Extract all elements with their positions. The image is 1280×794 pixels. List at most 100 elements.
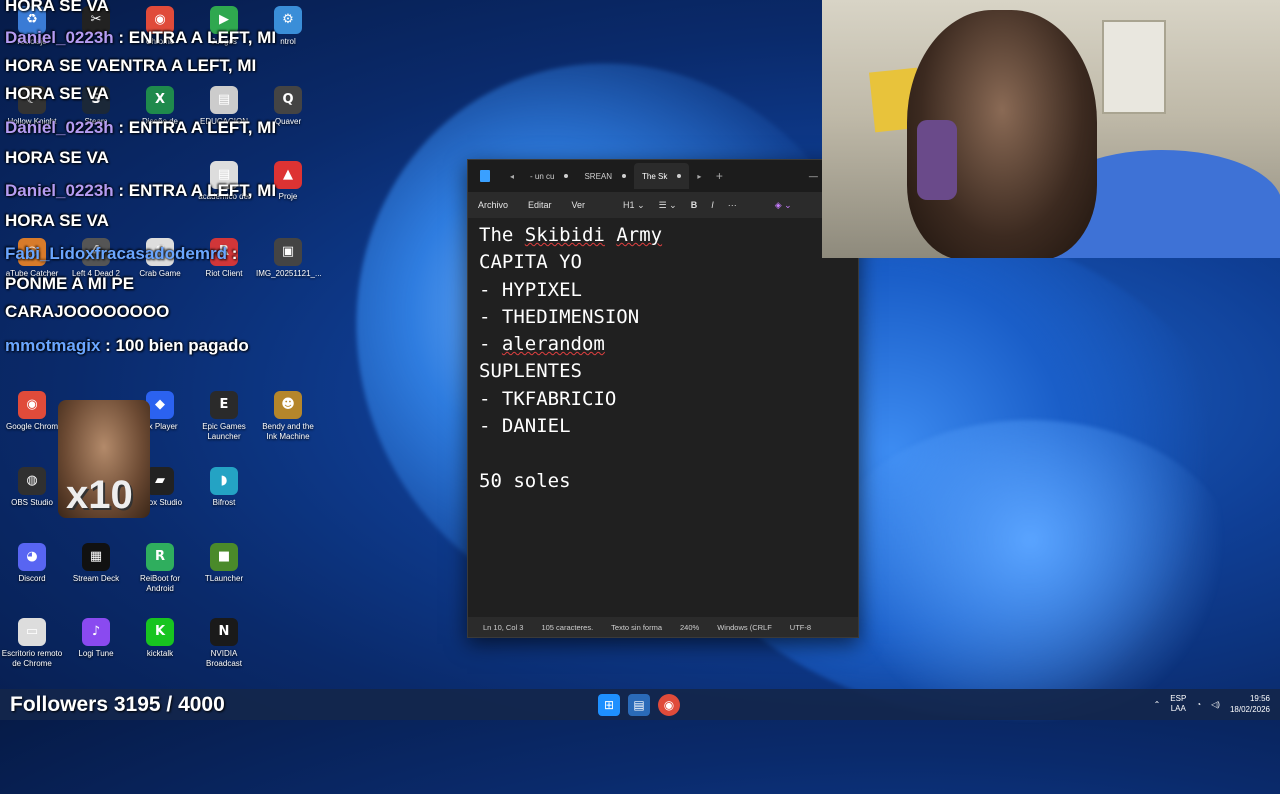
desktop-icon-label: Stream Deck xyxy=(72,574,120,583)
unsaved-dot-icon xyxy=(622,174,627,178)
desktop-icon-img[interactable]: ▣ IMG_20251121_... xyxy=(256,238,322,279)
desktop-icon-obs[interactable]: ◍ OBS Studio xyxy=(0,467,64,508)
start-icon[interactable]: ⊞ xyxy=(598,694,620,716)
chat-message: HORA SE VA xyxy=(5,0,109,15)
desktop-icon-logi[interactable]: ♪ Logi Tune xyxy=(64,618,128,659)
format-indicator[interactable]: Texto sin forma xyxy=(611,623,662,632)
webcam-feed xyxy=(822,0,1280,258)
desktop-icon-discord[interactable]: ◕ Discord xyxy=(0,543,64,584)
logi-icon: ♪ xyxy=(82,618,110,646)
list-icon[interactable]: ☰ ⌄ xyxy=(659,200,677,211)
editor-line: - THEDIMENSION xyxy=(479,305,640,328)
chat-text: : ENTRA A LEFT, MI xyxy=(113,118,277,137)
volume-icon[interactable]: ◁) xyxy=(1211,700,1220,709)
control-icon: ⚙ xyxy=(274,6,302,34)
discord-icon: ◕ xyxy=(18,543,46,571)
desktop-icon-streamdeck[interactable]: ▦ Stream Deck xyxy=(64,543,128,584)
chevron-up-icon[interactable]: ⌃ xyxy=(1154,700,1161,709)
proje-icon: ▲ xyxy=(274,161,302,189)
chat-message: PONME A MI PE xyxy=(5,274,135,293)
desktop-icon-nvidia[interactable]: N NVIDIA Broadcast xyxy=(192,618,256,669)
tab-scroll-right-icon[interactable]: ▸ xyxy=(689,172,709,181)
menu-archivo[interactable]: Archivo xyxy=(478,200,508,210)
chat-message: Fabi_Lidoxfracasadodemrd : xyxy=(5,238,237,270)
system-tray: ⌃ ESP LAA ◔ ◁) 19:56 18/02/2026 xyxy=(1154,693,1270,715)
desktop-icon-label: Escritorio remoto de Chrome xyxy=(1,649,63,668)
headset xyxy=(917,120,957,200)
desktop-icon-chrome2[interactable]: ◉ Google Chrom xyxy=(0,391,64,432)
chrome2-icon: ◉ xyxy=(18,391,46,419)
chrome-taskbar-icon[interactable]: ◉ xyxy=(658,694,680,716)
diseno-icon: X xyxy=(146,86,174,114)
meme-overlay: x10 xyxy=(58,400,150,518)
date: 18/02/2026 xyxy=(1229,705,1270,714)
desktop-icon-label: IMG_20251121_... xyxy=(256,269,322,278)
desktop-icon-label: TLauncher xyxy=(204,574,244,583)
tab-3[interactable]: The Sk xyxy=(634,163,690,189)
desktop-icon-reiboot[interactable]: R ReiBoot for Android xyxy=(128,543,192,594)
chat-message: HORA SE VA xyxy=(5,84,109,103)
language-indicator[interactable]: ESP LAA xyxy=(1170,694,1186,714)
chat-text: : ENTRA A LEFT, MI xyxy=(113,28,277,47)
desktop-icon-label: Epic Games Launcher xyxy=(202,422,246,441)
tab-label: - un cu xyxy=(530,171,555,181)
new-tab-button[interactable]: + xyxy=(709,169,729,183)
menu-editar[interactable]: Editar xyxy=(528,200,552,210)
desktop-icon-label: Riot Client xyxy=(205,269,243,278)
desktop-icon-tlauncher[interactable]: ■ TLauncher xyxy=(192,543,256,584)
encoding[interactable]: UTF-8 xyxy=(790,623,811,632)
editor-word: Army xyxy=(616,224,663,246)
notepad-window: ◂ - un cu SREAN The Sk ▸ + — ☐ Archivo E… xyxy=(467,159,859,638)
bold-icon[interactable]: B xyxy=(691,200,698,211)
clock[interactable]: 19:56 18/02/2026 xyxy=(1230,693,1270,715)
chat-username: mmotmagix xyxy=(5,336,101,355)
wifi-icon[interactable]: ◔ xyxy=(1196,700,1201,709)
zoom-level[interactable]: 240% xyxy=(680,623,699,632)
desktop-icon-bifrost[interactable]: ◗ Bifrost xyxy=(192,467,256,508)
wall-window xyxy=(1102,20,1166,114)
desktop-icon-label: ReiBoot for Android xyxy=(139,574,181,593)
robloxstudio-icon: ▰ xyxy=(146,467,174,495)
minimize-icon[interactable]: — xyxy=(809,171,818,182)
copilot-icon[interactable]: ◈ ⌄ xyxy=(775,200,792,211)
desktop-icon-epic[interactable]: E Epic Games Launcher xyxy=(192,391,256,442)
nvidia-icon: N xyxy=(210,618,238,646)
more-icon[interactable]: ··· xyxy=(728,200,737,211)
desktop-icon-label: Bendy and the Ink Machine xyxy=(262,422,314,441)
desktop-icon-label: Discord xyxy=(18,574,46,583)
unsaved-dot-icon xyxy=(564,174,569,178)
editor-line: - TKFABRICIO xyxy=(479,387,617,410)
notepad-taskbar-icon[interactable]: ▤ xyxy=(628,694,650,716)
desktop-icon-label: kicktalk xyxy=(146,649,174,658)
chat-username: Daniel_0223h xyxy=(5,118,114,137)
status-bar: Ln 10, Col 3 105 caracteres. Texto sin f… xyxy=(468,617,858,637)
italic-icon[interactable]: I xyxy=(711,200,714,211)
editor-line: The Skibidi Army xyxy=(479,222,847,249)
heading-select[interactable]: H1 ⌄ xyxy=(623,200,645,211)
char-count: 105 caracteres. xyxy=(541,622,594,632)
chat-text: : 100 bien pagado xyxy=(100,336,249,355)
text-editor[interactable]: The Skibidi Army CAPITA YO - HYPIXEL - THED… xyxy=(468,218,858,617)
tab-scroll-left-icon[interactable]: ◂ xyxy=(502,172,522,181)
chat-message: HORA SE VA xyxy=(5,211,109,230)
editor-line: - alerandom xyxy=(479,333,605,356)
notepad-icon xyxy=(480,170,490,182)
line-endings[interactable]: Windows (CRLF xyxy=(717,623,772,632)
img-icon: ▣ xyxy=(274,238,302,266)
title-bar: ◂ - un cu SREAN The Sk ▸ + — ☐ xyxy=(468,160,858,192)
tab-1[interactable]: - un cu xyxy=(522,163,576,189)
bendy-icon: ☻ xyxy=(274,391,302,419)
editor-word: Skibidi xyxy=(524,224,605,246)
tab-2[interactable]: SREAN xyxy=(576,163,634,189)
chat-text: : ENTRA A LEFT, MI xyxy=(113,181,277,200)
desktop-icon-escritorio[interactable]: ▭ Escritorio remoto de Chrome xyxy=(0,618,64,669)
format-toolbar: H1 ⌄ ☰ ⌄ B I ··· ◈ ⌄ xyxy=(623,200,792,211)
menu-ver[interactable]: Ver xyxy=(572,200,586,210)
desktop-icon-kicktalk[interactable]: Kkicktalk xyxy=(128,618,192,659)
editor-line: 50 soles xyxy=(479,469,571,492)
cursor-position: Ln 10, Col 3 xyxy=(483,622,524,632)
chat-message: CARAJOOOOOOOO xyxy=(5,302,170,321)
menu-bar: Archivo Editar Ver H1 ⌄ ☰ ⌄ B I ··· ◈ ⌄ xyxy=(468,192,858,218)
desktop-icon-bendy[interactable]: ☻ Bendy and the Ink Machine xyxy=(256,391,320,442)
